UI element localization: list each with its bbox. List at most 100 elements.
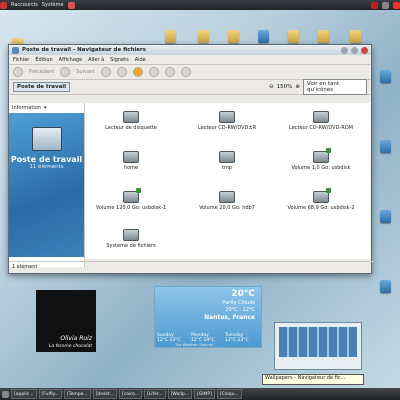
up-button[interactable] [101,67,112,77]
usb-drive-icon [313,148,331,163]
search-button[interactable] [181,67,192,77]
file-manager-window: Poste de travail - Navigateur de fichier… [8,44,374,274]
drive-icon [123,229,139,241]
menu-systeme[interactable]: Système [42,2,64,8]
desktop-folder-icon[interactable] [350,30,361,43]
desktop-folder-icon[interactable] [288,30,299,43]
stop-button[interactable] [117,67,128,77]
forecast-day: Tuesday 12°C 23°C [225,333,249,343]
usb-drive-icon [313,188,331,203]
task-button[interactable]: [applic... [11,389,37,399]
list-item[interactable]: Volume 120,0 Go: usbdisk-1 [95,188,167,211]
forecast-day: Sunday 12°C 23°C [157,333,181,343]
desktop-disk-icon[interactable] [380,210,391,223]
maximize-button[interactable] [351,46,358,54]
preview-thumbnails [279,327,357,357]
task-button[interactable]: [GIMP] [193,389,215,399]
weather-temperature: 20°C [231,289,255,299]
desktop-folder-icon[interactable] [318,30,329,43]
menu-signets[interactable]: Signets [110,57,129,63]
applications-icon[interactable] [0,1,7,9]
zoom-in-button[interactable]: ⊕ [295,84,300,90]
weather-widget[interactable]: 20°C Partly Clouds 20°C - 12°C Nantes, F… [154,286,262,348]
desktop-disk-icon[interactable] [380,140,391,153]
drive-icon [123,151,139,163]
weather-condition: Partly Clouds [222,300,255,306]
menu-aller[interactable]: Aller à [88,57,104,63]
task-button[interactable]: [Calqu... [216,389,242,399]
weather-city: Nantes, France [204,314,255,321]
forecast-day: Monday 12°C 19°C [191,333,215,343]
weather-range: 20°C - 12°C [225,307,255,313]
home-button[interactable] [149,67,160,77]
file-view: Lecteur de disquette Lecteur CD-RW/DVD±R… [85,103,370,259]
show-desktop-icon[interactable] [2,390,9,398]
help-icon[interactable] [67,1,75,9]
taskbar-tooltip: Wallpapers - Navigateur de fic... [262,374,364,385]
item-count: 11 éléments [29,164,64,170]
list-item[interactable]: Volume 68,9 Go: usbdisk-2 [285,188,357,211]
weather-credit: The Weather Channel [175,343,213,347]
window-preview[interactable] [274,322,362,370]
desktop-folder-icon[interactable] [165,30,176,43]
computer-icon [31,127,62,151]
menu-affichage[interactable]: Affichage [59,57,83,63]
forward-button[interactable]: Suivant [76,69,95,75]
network-icon[interactable] [382,1,389,9]
task-button[interactable]: [Fulfly... [38,389,62,399]
back-button[interactable]: Précédent [29,69,54,75]
computer-button[interactable] [165,67,176,77]
list-item[interactable]: Lecteur de disquette [95,111,167,131]
minimize-button[interactable] [341,46,348,54]
reload-button[interactable] [133,67,144,77]
side-pane-title: Poste de travail [10,155,83,164]
desktop-folder-icon[interactable] [198,30,209,43]
drive-icon [313,111,329,123]
album-cover[interactable]: Olivia Ruiz La femme chocolat [36,290,96,352]
menu-aide[interactable]: Aide [135,57,146,63]
usb-drive-icon [123,188,141,203]
task-button[interactable]: [cairo... [119,389,143,399]
title-bar[interactable]: Poste de travail - Navigateur de fichier… [9,45,371,55]
back-icon [13,67,23,77]
status-bar: 1 élément [9,261,374,272]
weather-forecast: Sunday 12°C 23°C Monday 12°C 19°C Tuesday 1… [157,333,257,343]
list-item[interactable]: home [95,151,167,171]
location-bar: Poste de travail ⊖ 150% ⊕ Voir en tant q… [9,79,371,95]
toolbar: Précédent Suivant [9,65,371,80]
menu-edition[interactable]: Édition [35,57,52,63]
task-button[interactable]: [deskt... [92,389,118,399]
menu-fichier[interactable]: Fichier [13,57,29,63]
list-item[interactable]: tmp [191,151,263,171]
side-pane-selector[interactable]: Information [12,105,41,111]
task-button[interactable]: [Wallp... [167,389,192,399]
forward-icon [60,67,71,77]
view-select[interactable]: Voir en tant qu'icônes [303,79,367,95]
desktop-disk-icon[interactable] [380,280,391,293]
task-button[interactable]: [Tempe... [63,389,91,399]
zoom-level: 150% [276,84,293,90]
side-pane: Information ▾ Poste de travail 11 élémen… [9,103,85,267]
task-button[interactable]: [Lifer... [144,389,166,399]
power-icon[interactable] [393,1,400,9]
list-item[interactable]: Volume 1,0 Go: usbdisk [285,148,357,171]
close-button[interactable] [361,46,368,54]
drive-icon [123,111,139,123]
menu-raccourcis[interactable]: Raccourcis [11,2,38,8]
window-title: Poste de travail - Navigateur de fichier… [22,47,146,53]
zoom-area: ⊖ 150% ⊕ Voir en tant qu'icônes [269,79,367,95]
top-panel: Raccourcis Système [0,0,400,10]
zoom-out-button[interactable]: ⊖ [269,84,274,90]
desktop-disk-icon[interactable] [258,30,269,43]
desktop-folder-icon[interactable] [228,30,239,43]
location-button[interactable]: Poste de travail [13,82,71,92]
list-item[interactable]: Système de fichiers [95,229,167,249]
desktop-disk-icon[interactable] [380,70,391,83]
drive-icon [219,191,235,203]
list-item[interactable]: Lecteur CD-RW/DVD±R [191,111,263,131]
list-item[interactable]: Lecteur CD-RW/DVD-ROM [285,111,357,131]
notification-icon[interactable] [371,1,378,9]
side-pane-info: Poste de travail 11 éléments [9,113,84,257]
chevron-down-icon: ▾ [43,105,47,111]
list-item[interactable]: Volume 20,0 Go: hdb7 [191,191,263,211]
